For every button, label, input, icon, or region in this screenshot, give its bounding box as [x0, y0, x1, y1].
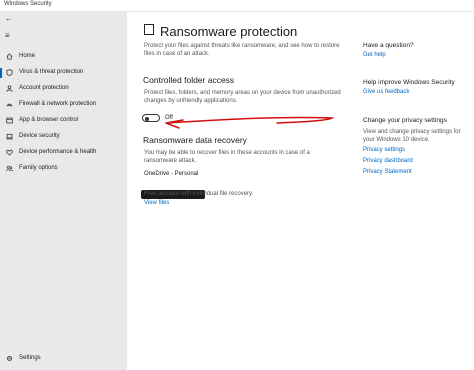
- person-icon: [6, 85, 13, 92]
- sidebar-item-label: Virus & threat protection: [19, 69, 84, 75]
- back-arrow-icon[interactable]: ←: [5, 15, 13, 23]
- privacy-settings-link[interactable]: Privacy settings: [363, 147, 405, 153]
- sidebar-item-label: Device security: [19, 133, 60, 139]
- sidebar-item-label: Account protection: [19, 85, 69, 91]
- sidebar: ← ≡ Home Virus & threat protection Accou…: [0, 12, 127, 370]
- view-files-link[interactable]: View files: [144, 200, 169, 206]
- sidebar-item-device-performance[interactable]: Device performance & health: [0, 146, 127, 160]
- gear-icon: [7, 356, 12, 361]
- laptop-icon: [6, 133, 13, 140]
- title-bar: Windows Security: [0, 0, 474, 12]
- app-window-icon: [6, 117, 13, 124]
- window-title: Windows Security: [4, 1, 52, 7]
- sidebar-item-label: App & browser control: [19, 117, 79, 123]
- shield-icon: [6, 69, 13, 76]
- sidebar-item-label: Settings: [19, 355, 41, 361]
- feedback-link[interactable]: Give us feedback: [363, 89, 409, 95]
- recovery-heading: Ransomware data recovery: [143, 135, 247, 145]
- privacy-heading: Change your privacy settings: [363, 117, 447, 124]
- sidebar-item-app-browser-control[interactable]: App & browser control: [0, 114, 127, 128]
- sidebar-item-device-security[interactable]: Device security: [0, 130, 127, 144]
- menu-icon[interactable]: ≡: [5, 32, 10, 40]
- sidebar-item-label: Device performance & health: [19, 149, 97, 155]
- sidebar-item-label: Family options: [19, 165, 58, 171]
- privacy-statement-link[interactable]: Privacy Statement: [363, 169, 412, 175]
- family-icon: [6, 165, 13, 172]
- recovery-description: You may be able to recover files in thes…: [144, 150, 310, 164]
- privacy-description: View and change privacy settings for you…: [363, 129, 461, 143]
- sidebar-item-family-options[interactable]: Family options: [0, 162, 127, 176]
- privacy-dashboard-link[interactable]: Privacy dashboard: [363, 158, 413, 164]
- sidebar-item-firewall[interactable]: Firewall & network protection: [0, 98, 127, 112]
- active-indicator: [0, 68, 2, 78]
- improve-heading: Help improve Windows Security: [363, 79, 455, 86]
- heart-icon: [6, 149, 13, 156]
- get-help-link[interactable]: Get help: [363, 52, 386, 58]
- sidebar-item-label: Home: [19, 53, 36, 59]
- network-icon: [6, 103, 13, 107]
- sidebar-item-account-protection[interactable]: Account protection: [0, 82, 127, 96]
- sidebar-item-virus-threat-protection[interactable]: Virus & threat protection: [0, 66, 127, 80]
- sidebar-item-label: Firewall & network protection: [19, 101, 97, 107]
- sidebar-item-home[interactable]: Home: [0, 50, 127, 64]
- onedrive-account-name: OneDrive - Personal: [144, 171, 199, 177]
- have-question-heading: Have a question?: [363, 42, 414, 49]
- onedrive-account-desc: Free account with individual file recove…: [144, 191, 254, 197]
- sidebar-item-settings[interactable]: Settings: [0, 352, 127, 366]
- home-icon: [6, 53, 13, 60]
- main-content: Ransomware protection Protect your files…: [127, 12, 474, 370]
